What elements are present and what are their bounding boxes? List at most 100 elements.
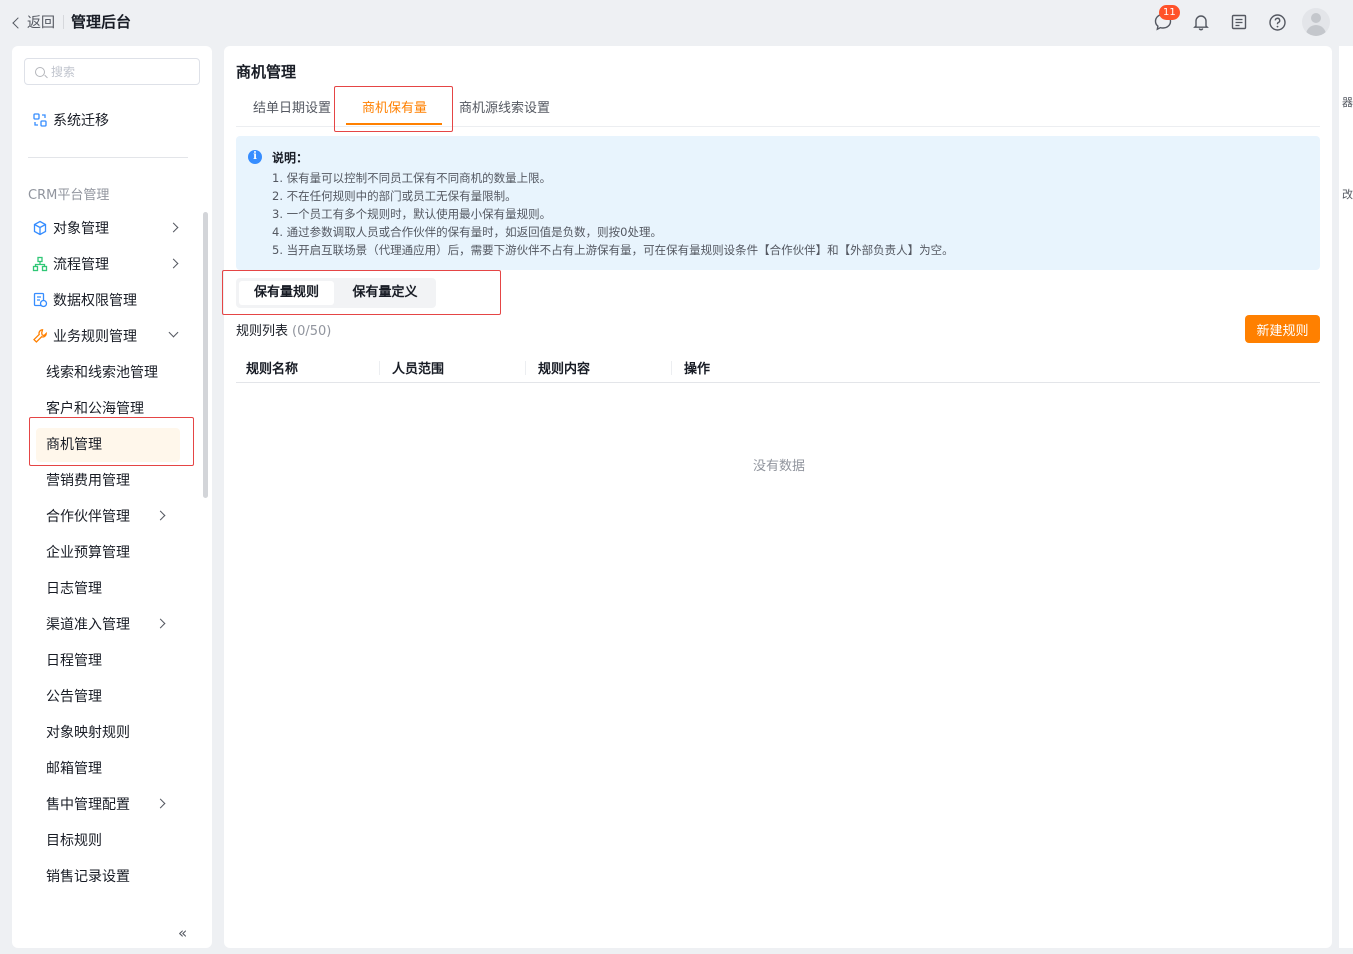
sidebar: 系统迁移 CRM平台管理 对象管理流程管理数据权限管理业务规则管理线索和线索池管… <box>12 46 212 948</box>
title-divider <box>63 15 64 29</box>
notice-box: i 说明： 1. 保有量可以控制不同员工保有不同商机的数量上限。 2. 不在任何… <box>236 136 1320 270</box>
avatar[interactable] <box>1302 8 1330 36</box>
tab-close-date-settings[interactable]: 结单日期设置 <box>253 97 331 116</box>
new-rule-button[interactable]: 新建规则 <box>1245 315 1320 343</box>
rule-list-label: 规则列表 <box>236 324 289 339</box>
notice-line: 1. 保有量可以控制不同员工保有不同商机的数量上限。 <box>272 171 552 185</box>
sidebar-item-label: 系统迁移 <box>53 113 109 129</box>
sidebar-item[interactable]: 目标规则 <box>12 822 202 858</box>
segment-holding-rules[interactable]: 保有量规则 <box>239 281 334 305</box>
migrate-icon <box>33 113 47 127</box>
sidebar-item-label: 公告管理 <box>46 689 102 705</box>
wrench-icon <box>32 328 48 344</box>
sidebar-item-label: 业务规则管理 <box>53 329 137 345</box>
sidebar-item-label: 售中管理配置 <box>46 797 130 813</box>
sidebar-item-label: 邮箱管理 <box>46 761 102 777</box>
sidebar-group-title: CRM平台管理 <box>28 188 110 203</box>
column-divider[interactable] <box>671 361 672 375</box>
notification-button[interactable] <box>1182 8 1220 36</box>
sidebar-item-label: 数据权限管理 <box>53 293 137 309</box>
sidebar-item[interactable]: 售中管理配置 <box>12 786 202 822</box>
app-title: 管理后台 <box>71 13 132 31</box>
tab-opportunity-holding[interactable]: 商机保有量 <box>362 97 427 116</box>
sidebar-item[interactable]: 对象映射规则 <box>12 714 202 750</box>
sidebar-item[interactable]: 销售记录设置 <box>12 858 202 894</box>
column-divider[interactable] <box>525 361 526 375</box>
sidebar-item[interactable]: 流程管理 <box>12 246 202 282</box>
sidebar-item[interactable]: 合作伙伴管理 <box>12 498 202 534</box>
sidebar-item-label: 线索和线索池管理 <box>46 365 158 381</box>
avatar-head <box>1311 13 1321 23</box>
sidebar-item[interactable]: 营销费用管理 <box>12 462 202 498</box>
sidebar-nav: 对象管理流程管理数据权限管理 业务规则管理线索和线索池管理 客户和公海管理商机管理营… <box>12 210 202 894</box>
sidebar-item[interactable]: 业务规则管理 <box>12 318 202 354</box>
sidebar-item[interactable]: 线索和线索池管理 <box>12 354 202 390</box>
sidebar-search[interactable] <box>24 58 200 85</box>
sidebar-item[interactable]: 数据权限管理 <box>12 282 202 318</box>
sidebar-item[interactable]: 日程管理 <box>12 642 202 678</box>
column-header-rule-name[interactable]: 规则名称 <box>246 358 298 377</box>
edge-text: 器 <box>1342 96 1353 109</box>
sidebar-item[interactable]: 日志管理 <box>12 570 202 606</box>
sidebar-item-label: 营销费用管理 <box>46 473 130 489</box>
sidebar-item[interactable]: 渠道准入管理 <box>12 606 202 642</box>
todo-button[interactable] <box>1220 8 1258 36</box>
chevron-down-icon <box>168 327 179 338</box>
main-panel: 商机管理 结单日期设置 商机保有量 商机源线索设置 i 说明： 1. 保有量可以… <box>222 46 1332 948</box>
edge-text: 改 <box>1342 188 1353 201</box>
collapse-sidebar-button[interactable]: « <box>178 924 187 942</box>
search-input[interactable] <box>51 64 191 79</box>
segment-holding-definition[interactable]: 保有量定义 <box>337 281 433 305</box>
notice-line: 2. 不在任何规则中的部门或员工无保有量限制。 <box>272 189 517 203</box>
chevron-right-icon <box>168 222 179 233</box>
help-button[interactable] <box>1258 8 1296 36</box>
active-tab-indicator <box>346 123 442 125</box>
chevron-right-icon <box>155 618 166 629</box>
sidebar-divider <box>28 157 188 158</box>
sidebar-item[interactable]: 企业预算管理 <box>12 534 202 570</box>
column-header-scope[interactable]: 人员范围 <box>392 358 444 377</box>
empty-state-text: 没有数据 <box>753 459 806 474</box>
column-divider[interactable] <box>379 361 380 375</box>
sidebar-item[interactable]: 客户和公海管理 <box>12 390 202 426</box>
double-chevron-left-icon: « <box>178 924 188 942</box>
top-icons: 11 <box>1144 5 1330 36</box>
sidebar-item-label: 日程管理 <box>46 653 102 669</box>
column-header-content[interactable]: 规则内容 <box>538 358 590 377</box>
bell-icon <box>1193 15 1209 31</box>
notice-line: 4. 通过参数调取人员或合作伙伴的保有量时，如返回值是负数，则按0处理。 <box>272 225 662 239</box>
data-permission-icon <box>32 292 48 308</box>
message-button[interactable]: 11 <box>1144 5 1182 36</box>
document-icon <box>1231 14 1247 30</box>
flow-icon <box>32 256 48 272</box>
rule-list-title: 规则列表 (0/50) <box>236 320 331 339</box>
column-header-actions: 操作 <box>684 362 711 377</box>
table-header: 规则名称 人员范围 规则内容 操作 <box>236 351 1320 383</box>
tab-bar: 结单日期设置 商机保有量 商机源线索设置 <box>236 90 1320 127</box>
cube-icon <box>32 220 48 236</box>
sidebar-item-label: 客户和公海管理 <box>46 401 144 417</box>
sidebar-item-label: 合作伙伴管理 <box>46 509 130 525</box>
notice-title: 说明： <box>272 151 309 165</box>
sidebar-item-label: 对象映射规则 <box>46 725 130 741</box>
sidebar-item-label: 企业预算管理 <box>46 545 130 561</box>
sidebar-item[interactable]: 商机管理 <box>12 426 202 462</box>
sidebar-item[interactable]: 邮箱管理 <box>12 750 202 786</box>
sidebar-item[interactable]: 对象管理 <box>12 210 202 246</box>
sidebar-item[interactable]: 公告管理 <box>12 678 202 714</box>
sidebar-scrollbar[interactable] <box>203 212 208 498</box>
sidebar-item-label: 渠道准入管理 <box>46 617 130 633</box>
notice-line: 5. 当开启互联场景（代理通应用）后，需要下游伙伴不占有上游保有量，可在保有量规… <box>272 243 954 257</box>
sidebar-item-label: 日志管理 <box>46 581 102 597</box>
sidebar-item-label: 流程管理 <box>53 257 109 273</box>
chevron-right-icon <box>168 258 179 269</box>
chevron-right-icon <box>155 510 166 521</box>
chevron-right-icon <box>155 798 166 809</box>
rule-list-count: (0/50) <box>292 324 332 339</box>
sidebar-item-label: 对象管理 <box>53 221 109 237</box>
chevron-left-icon <box>12 16 24 29</box>
sidebar-item-system-migration[interactable]: 系统迁移 <box>32 110 109 130</box>
notice-line: 3. 一个员工有多个规则时，默认使用最小保有量规则。 <box>272 207 552 221</box>
tab-source-lead-settings[interactable]: 商机源线索设置 <box>459 97 550 116</box>
back-button[interactable]: 返回 <box>12 12 55 32</box>
